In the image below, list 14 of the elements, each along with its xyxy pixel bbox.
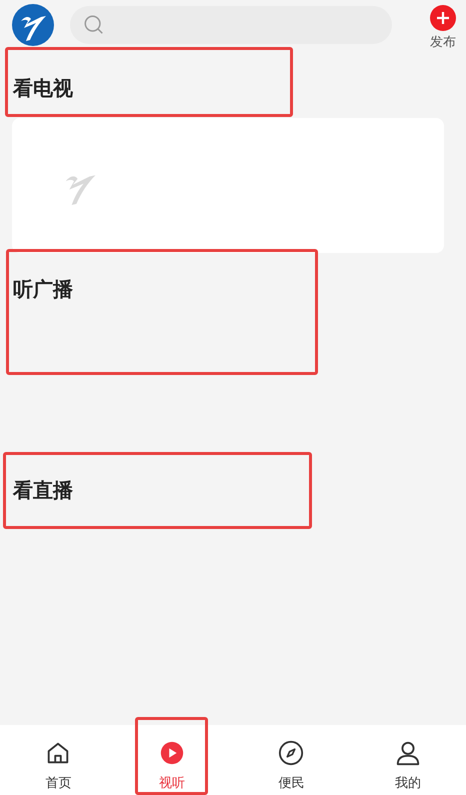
section-title: 看电视: [13, 77, 73, 101]
video-card[interactable]: [12, 118, 444, 253]
tab-item[interactable]: 首页: [22, 717, 95, 795]
search-icon: [83, 14, 105, 36]
compass-icon: [277, 740, 306, 766]
logo-icon: [12, 4, 54, 46]
search-field[interactable]: [70, 6, 392, 44]
tab-item[interactable]: 便民: [254, 717, 328, 795]
tab-item[interactable]: 视听: [135, 717, 208, 795]
tab-item[interactable]: 我的: [371, 717, 444, 795]
section-title: 看直播: [13, 478, 73, 502]
plus-icon: [430, 4, 456, 30]
section-title: 听广播: [13, 278, 73, 302]
publish-button[interactable]: 发布: [430, 4, 456, 50]
